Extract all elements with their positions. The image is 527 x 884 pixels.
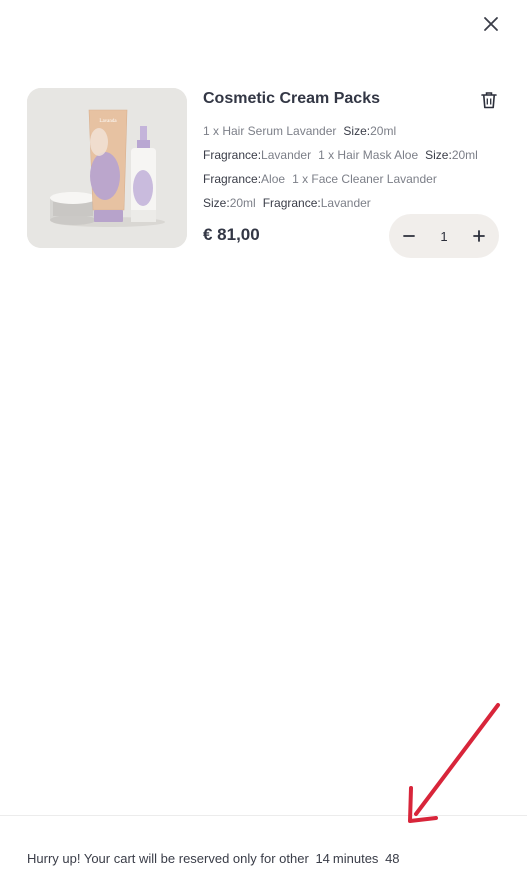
product-option-line: Fragrance:Lavander 1 x Hair Mask Aloe Size… [203, 148, 478, 162]
minus-icon [403, 235, 415, 237]
annotation-arrow [408, 703, 500, 823]
option-product: 1 x Hair Mask Aloe [318, 148, 419, 162]
timer-message: Hurry up! Your cart will be reserved onl… [27, 851, 309, 866]
option-product: 1 x Face Cleaner Lavander [292, 172, 437, 186]
product-title[interactable]: Cosmetic Cream Packs [203, 90, 380, 108]
product-option-line: Fragrance:Aloe 1 x Face Cleaner Lavander [203, 172, 437, 186]
quantity-stepper: 1 [389, 214, 499, 258]
timer-minutes-label: minutes [332, 851, 379, 866]
option-value: Lavander [261, 148, 312, 162]
quantity-value: 1 [440, 228, 448, 244]
remove-item-button[interactable] [478, 89, 500, 111]
product-brand-text: Lavanda [99, 119, 117, 124]
option-label: Size [343, 124, 367, 138]
trash-icon [481, 92, 497, 109]
product-image-illustration: Lavanda [27, 88, 187, 248]
decrease-quantity-button[interactable] [389, 214, 429, 258]
option-product: 1 x Hair Serum Lavander [203, 124, 337, 138]
option-label: Fragrance [262, 196, 318, 210]
option-label: Fragrance [203, 148, 258, 162]
option-value: 20ml [370, 124, 397, 138]
product-image[interactable]: Lavanda [27, 88, 187, 248]
close-button[interactable] [478, 11, 504, 37]
cart-reservation-timer: Hurry up! Your cart will be reserved onl… [27, 851, 403, 866]
close-icon [484, 17, 498, 31]
option-label: Size [203, 196, 227, 210]
option-label: Size [425, 148, 449, 162]
option-value: Lavander [320, 196, 371, 210]
product-option-line: 1 x Hair Serum Lavander Size:20ml [203, 124, 396, 138]
option-value: Aloe [261, 172, 286, 186]
product-option-line: Size:20ml Fragrance:Lavander [203, 196, 371, 210]
option-value: 20ml [451, 148, 478, 162]
option-label: Fragrance [203, 172, 258, 186]
item-price: € 81,00 [203, 225, 260, 244]
timer-seconds: 48 [385, 851, 400, 866]
cart-item: Lavanda Cosmetic Cream Packs 1 x Hair Se… [27, 88, 499, 260]
plus-icon [473, 230, 485, 242]
timer-minutes: 14 [315, 851, 330, 866]
option-value: 20ml [229, 196, 256, 210]
increase-quantity-button[interactable] [459, 214, 499, 258]
